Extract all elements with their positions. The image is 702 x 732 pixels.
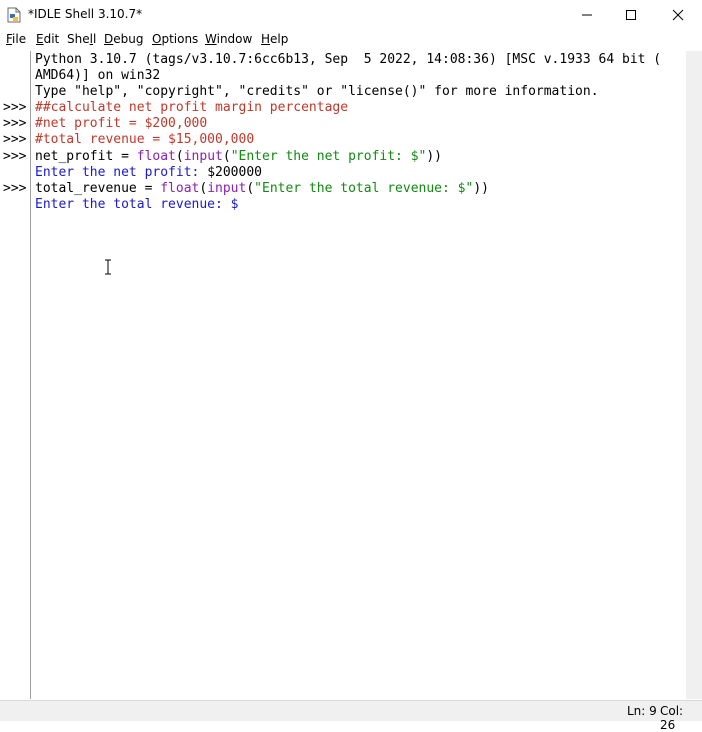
banner-line: AMD64)] on win32 [35,68,161,83]
menu-help[interactable]: Help [261,32,288,46]
menu-bar: File Edit Shell Debug Options Window Hel… [0,30,702,50]
prompt-gutter: >>> >>> >>> >>> >>> [0,51,31,699]
code-line-net-profit: net_profit = float(input("Enter the net … [35,149,443,164]
maximize-button[interactable] [608,0,654,30]
prompt-marker: >>> [3,132,27,147]
minimize-icon [582,14,592,16]
menu-edit[interactable]: Edit [36,32,59,46]
shell-text-area[interactable]: >>> >>> >>> >>> >>> Python 3.10.7 (tags/… [0,51,686,699]
close-icon [672,9,684,21]
window-title: *IDLE Shell 3.10.7* [28,7,143,21]
comment-line: #total revenue = $15,000,000 [35,132,255,147]
menu-window[interactable]: Window [205,32,252,46]
status-line-number: Ln: 9 [627,704,657,718]
comment-line: #net profit = $200,000 [35,116,208,131]
banner-line: Type "help", "copyright", "credits" or "… [35,84,599,99]
title-bar[interactable]: *IDLE Shell 3.10.7* [0,0,702,30]
prompt-marker: >>> [3,149,27,164]
prompt-marker: >>> [3,181,27,196]
text-cursor-icon [105,259,111,275]
menu-debug[interactable]: Debug [104,32,143,46]
close-button[interactable] [655,0,701,30]
idle-app-icon [7,7,21,23]
maximize-icon [626,10,636,20]
banner-line: Python 3.10.7 (tags/v3.10.7:6cc6b13, Sep… [35,52,662,67]
prompt-marker: >>> [3,100,27,115]
output-line-net-profit: Enter the net profit: $200000 [35,165,262,180]
minimize-button[interactable] [564,0,610,30]
code-line-total-revenue: total_revenue = float(input("Enter the t… [35,181,489,196]
prompt-marker: >>> [3,116,27,131]
menu-shell[interactable]: Shell [67,32,96,46]
output-line-total-revenue: Enter the total revenue: $ [35,197,239,212]
status-column-number: Col: 26 [660,704,684,732]
menu-file[interactable]: File [6,32,26,46]
vertical-scrollbar[interactable] [686,51,702,699]
comment-line: ##calculate net profit margin percentage [35,100,349,115]
menu-options[interactable]: Options [152,32,198,46]
status-bar: Ln: 9 Col: 26 [0,700,702,732]
